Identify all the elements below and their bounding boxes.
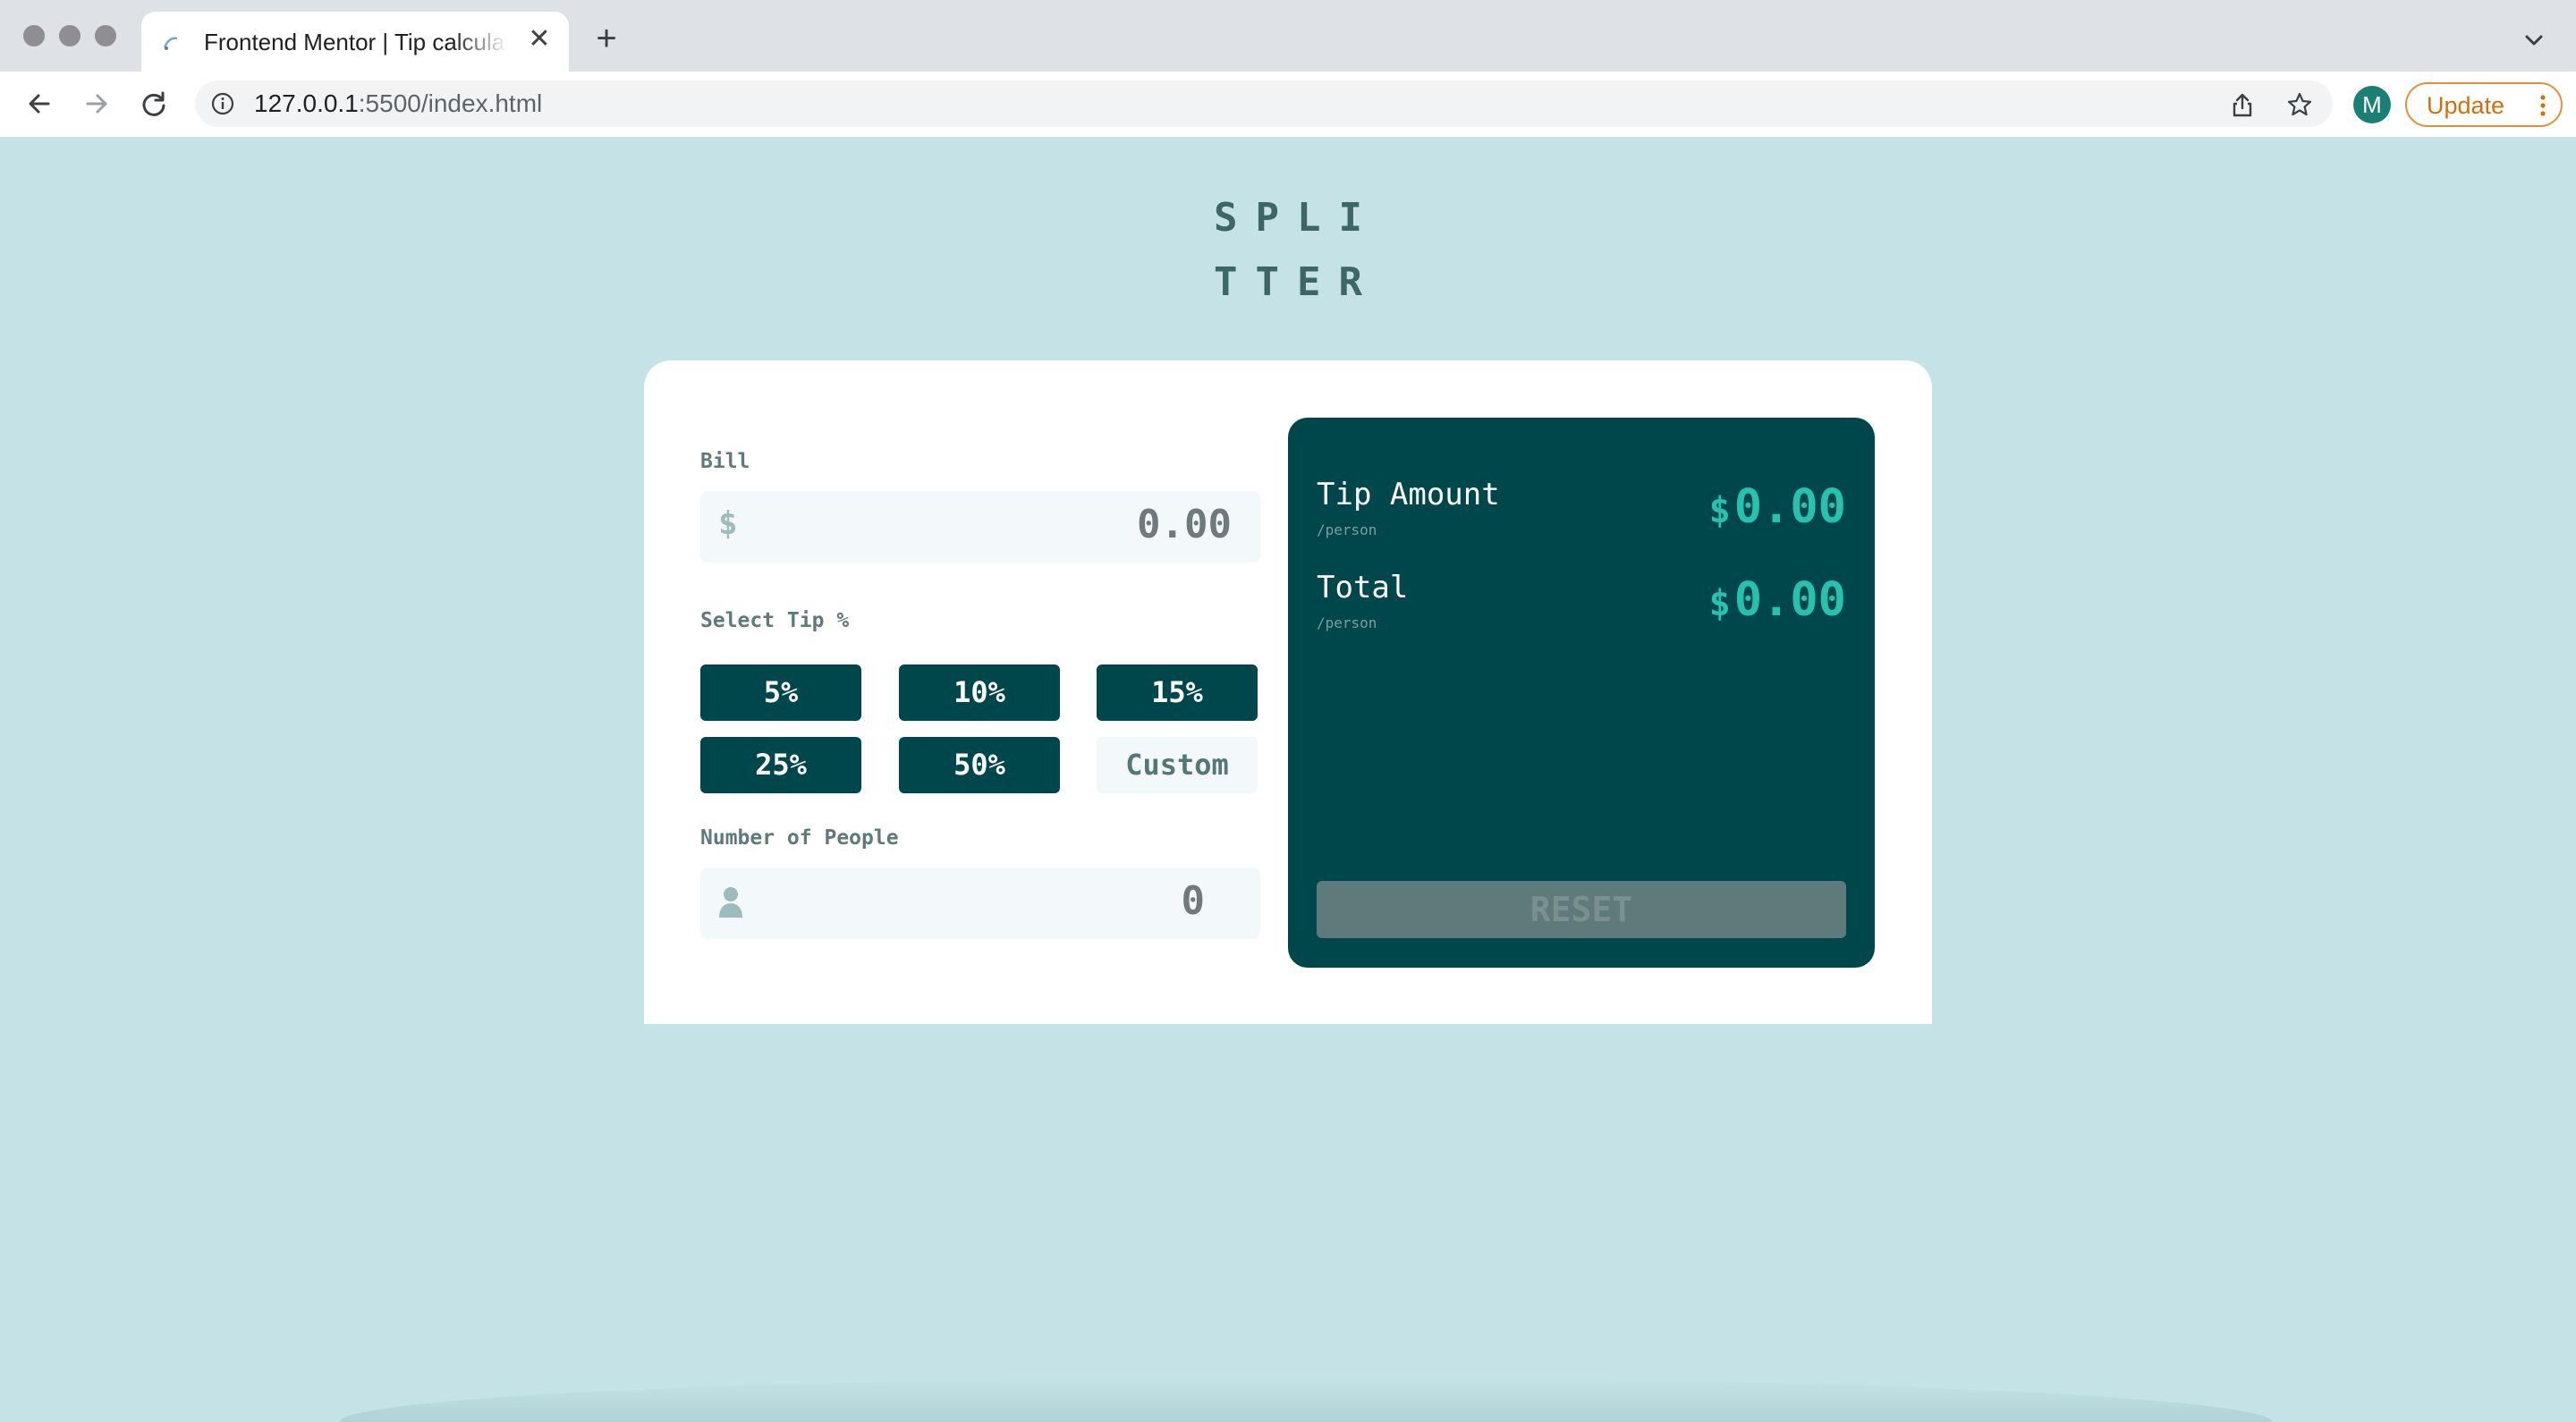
new-tab-button[interactable]: + xyxy=(590,21,623,56)
chevron-down-icon[interactable] xyxy=(2521,27,2547,54)
total-label: Total xyxy=(1317,570,1409,605)
people-input[interactable]: 0 xyxy=(700,868,1260,939)
url-host: 127.0.0.1 xyxy=(254,89,359,117)
splitter-logo: SPLI TTER xyxy=(1190,186,1404,315)
people-value: 0 xyxy=(1181,878,1206,924)
tab-close-icon[interactable]: ✕ xyxy=(526,26,553,53)
tip-amount-currency: $ xyxy=(1708,490,1731,531)
tip-5-button[interactable]: 5% xyxy=(700,664,861,721)
close-window-button[interactable] xyxy=(23,25,45,47)
profile-avatar[interactable]: M xyxy=(2353,86,2391,123)
share-icon[interactable] xyxy=(2229,91,2256,118)
total-value: $0.00 xyxy=(1709,573,1846,627)
info-icon[interactable] xyxy=(211,92,234,115)
back-icon[interactable] xyxy=(21,86,57,122)
star-icon[interactable] xyxy=(2286,91,2313,118)
tip-25-button[interactable]: 25% xyxy=(700,737,861,793)
kebab-menu-icon[interactable] xyxy=(2534,93,2552,118)
tip-amount-per-person: /person xyxy=(1317,521,1377,538)
logo-line-1: SPLI xyxy=(1214,195,1380,241)
logo-line-2: TTER xyxy=(1214,259,1380,305)
tab-title: Frontend Mentor | Tip calculator app xyxy=(204,29,508,55)
total-number: 0.00 xyxy=(1733,573,1846,627)
bill-label: Bill xyxy=(700,450,750,473)
bill-value: 0.00 xyxy=(1137,502,1232,547)
custom-tip-input[interactable]: Custom xyxy=(1097,737,1258,793)
people-label: Number of People xyxy=(700,826,899,850)
tip-50-button[interactable]: 50% xyxy=(899,737,1060,793)
dollar-icon: $ xyxy=(718,505,738,542)
bottom-shadow xyxy=(340,1377,2272,1422)
tip-10-button[interactable]: 10% xyxy=(899,664,1060,721)
maximize-window-button[interactable] xyxy=(95,25,116,47)
update-button[interactable]: Update xyxy=(2405,82,2563,127)
results-panel: Tip Amount /person $0.00 Total /person $… xyxy=(1288,418,1875,968)
browser-tab[interactable]: Frontend Mentor | Tip calculator app ✕ xyxy=(141,12,569,72)
url-text: 127.0.0.1:5500/index.html xyxy=(254,89,542,118)
browser-toolbar: 127.0.0.1:5500/index.html M Update xyxy=(0,72,2576,138)
update-label: Update xyxy=(2427,92,2505,119)
bill-input[interactable]: $ 0.00 xyxy=(700,491,1260,563)
reset-button[interactable]: RESET xyxy=(1317,881,1846,938)
tip-label: Select Tip % xyxy=(700,609,850,632)
forward-icon[interactable] xyxy=(79,86,114,122)
minimize-window-button[interactable] xyxy=(59,25,80,47)
tip-15-button[interactable]: 15% xyxy=(1097,664,1258,721)
tip-amount-label: Tip Amount xyxy=(1317,477,1500,512)
reload-icon[interactable] xyxy=(136,86,172,122)
tip-amount-number: 0.00 xyxy=(1733,480,1846,534)
total-currency: $ xyxy=(1708,583,1731,624)
url-path: :5500/index.html xyxy=(358,89,543,117)
favicon-icon xyxy=(163,37,178,50)
total-per-person: /person xyxy=(1317,614,1377,631)
browser-tab-bar: Frontend Mentor | Tip calculator app ✕ + xyxy=(0,0,2576,72)
address-bar[interactable]: 127.0.0.1:5500/index.html xyxy=(195,80,2333,127)
person-icon xyxy=(719,887,742,918)
tip-amount-value: $0.00 xyxy=(1709,480,1846,534)
